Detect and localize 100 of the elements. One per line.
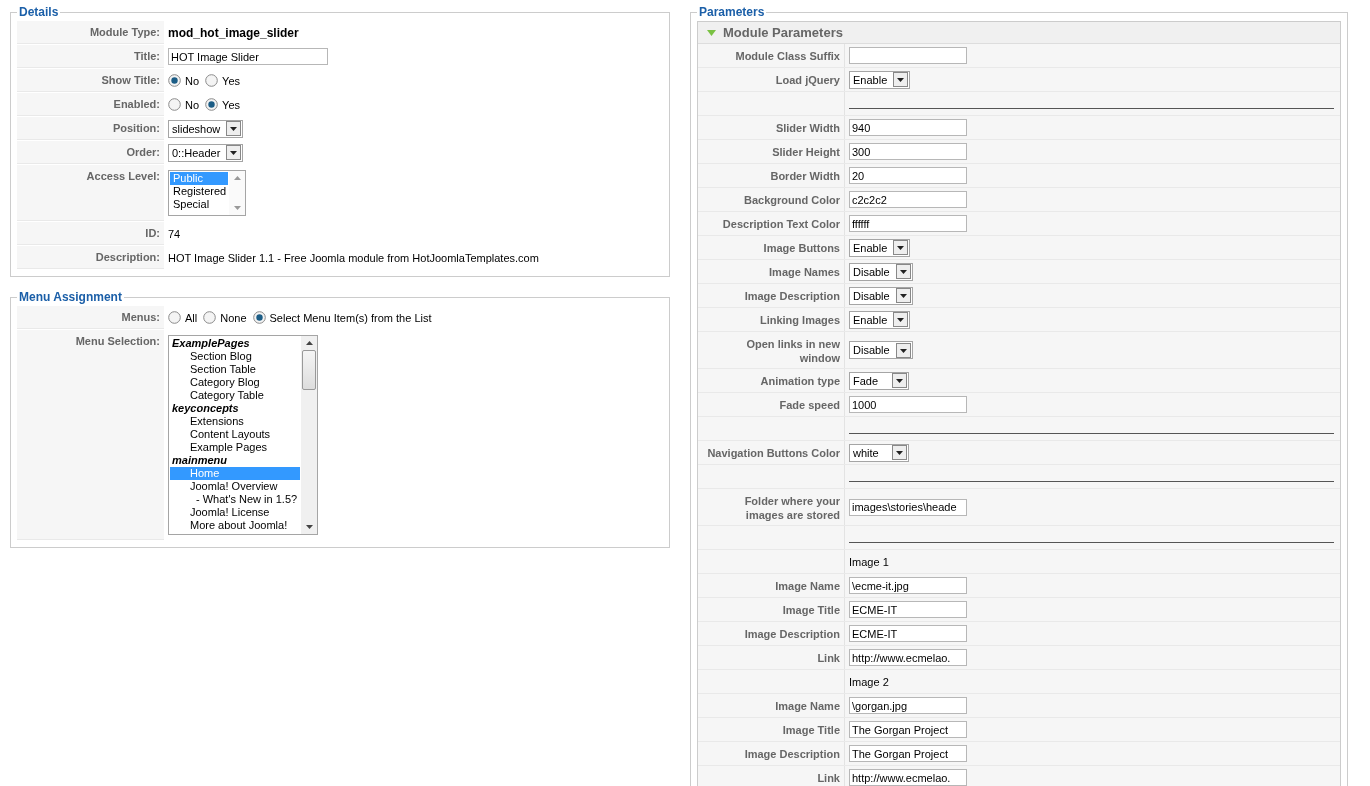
dropdown[interactable]: Disable: [849, 341, 913, 359]
scroll-up-icon[interactable]: [304, 340, 314, 346]
dropdown[interactable]: slideshow: [168, 119, 244, 138]
image-group-heading: Image 1: [849, 555, 889, 568]
input-field[interactable]: images\stories\heade: [849, 498, 967, 516]
input-field[interactable]: 20: [849, 167, 967, 184]
field-label: Menus:: [17, 306, 164, 329]
scrollbar[interactable]: [301, 336, 317, 534]
list-option[interactable]: Extensions: [170, 415, 300, 428]
radio-label: Yes: [222, 98, 240, 111]
field-label: Menu Selection:: [17, 330, 164, 540]
field-label: Fade speed: [779, 399, 840, 411]
listbox[interactable]: [168, 335, 318, 535]
field-label: Folder where your images are stored: [744, 495, 840, 521]
radio-button[interactable]: [168, 98, 181, 111]
field-label: ID:: [17, 222, 164, 245]
radio-label: Select Menu Item(s) from the List: [269, 311, 432, 324]
panel-title: Module Parameters: [723, 25, 843, 40]
field-label: Slider Height: [772, 146, 840, 158]
field-value: 74: [168, 227, 181, 240]
field-label: Image Title: [782, 604, 840, 616]
input-field[interactable]: [849, 47, 967, 64]
field-label: Link: [817, 652, 840, 664]
field-label: Image Description: [744, 290, 840, 302]
input-field[interactable]: HOT Image Slider: [168, 48, 328, 65]
input-field[interactable]: 940: [849, 119, 967, 136]
field-label: Background Color: [744, 194, 840, 206]
field-label: Show Title:: [17, 69, 164, 92]
list-option[interactable]: Category Blog: [170, 376, 300, 389]
scroll-down-icon[interactable]: [304, 524, 314, 530]
scroll-thumb[interactable]: [302, 350, 316, 390]
radio-label: All: [185, 311, 198, 324]
field-value: HOT Image Slider 1.1 - Free Joomla module from HotJoomlaTemplates.com: [168, 251, 539, 264]
input-field[interactable]: \ecme-it.jpg: [849, 577, 967, 594]
field-label: Image Name: [775, 700, 840, 712]
field-label: Module Class Suffix: [735, 50, 840, 62]
dropdown[interactable]: 0::Header: [168, 143, 244, 162]
dropdown[interactable]: white: [849, 443, 909, 462]
radio-button[interactable]: [205, 98, 219, 111]
field-label: Open links in new window: [746, 338, 840, 364]
radio-label: Yes: [222, 74, 240, 87]
input-field[interactable]: http://www.ecmelao.: [849, 649, 967, 666]
field-label: Link: [817, 772, 840, 784]
field-label: Image Name: [775, 580, 840, 592]
list-option[interactable]: Registered: [170, 185, 228, 198]
radio-button[interactable]: [168, 74, 181, 87]
field-label: Order:: [17, 141, 164, 164]
radio-label: No: [185, 74, 200, 87]
field-label: Image Title: [782, 724, 840, 736]
input-field[interactable]: ECME-IT: [849, 625, 967, 642]
dropdown[interactable]: Enable: [849, 238, 911, 257]
input-field[interactable]: ECME-IT: [849, 601, 967, 618]
section-legend: Menu Assignment: [17, 290, 124, 304]
input-field[interactable]: 1000: [849, 396, 967, 413]
radio-button[interactable]: [205, 74, 219, 87]
field-label: Description:: [17, 246, 164, 269]
menu-group-label: mainmenu: [171, 454, 228, 467]
radio-label: No: [185, 98, 200, 111]
radio-button[interactable]: [203, 311, 217, 324]
input-field[interactable]: \gorgan.jpg: [849, 697, 967, 714]
list-option[interactable]: Special: [170, 198, 228, 211]
menu-group-label: ExamplePages: [171, 337, 251, 350]
dropdown[interactable]: Disable: [849, 286, 913, 305]
field-label: Navigation Buttons Color: [707, 447, 840, 459]
field-label: Enabled:: [17, 93, 164, 116]
field-label: Linking Images: [759, 314, 840, 326]
field-label: Image Description: [744, 628, 840, 640]
listbox[interactable]: Public Registered Special: [168, 170, 246, 216]
radio-button[interactable]: [168, 311, 181, 324]
section-legend: Parameters: [697, 5, 767, 19]
list-option[interactable]: Example Pages: [170, 441, 300, 454]
dropdown[interactable]: Enable: [849, 70, 911, 89]
field-label: Position:: [17, 117, 164, 140]
dropdown[interactable]: Enable: [849, 310, 911, 329]
list-option[interactable]: Joomla! Overview: [170, 480, 300, 493]
input-field[interactable]: The Gorgan Project: [849, 745, 967, 762]
input-field[interactable]: The Gorgan Project: [849, 721, 967, 738]
input-field[interactable]: 300: [849, 143, 967, 160]
list-option[interactable]: Category Table: [170, 389, 300, 402]
field-label: Load jQuery: [775, 74, 840, 86]
list-option[interactable]: Section Table: [170, 363, 300, 376]
dropdown[interactable]: Disable: [849, 262, 913, 281]
list-option[interactable]: Joomla! License: [170, 506, 300, 519]
field-label: Description Text Color: [722, 218, 840, 230]
field-label: Border Width: [770, 170, 840, 182]
input-field[interactable]: c2c2c2: [849, 191, 967, 208]
section-legend: Details: [17, 5, 61, 19]
panel-header[interactable]: Module Parameters: [698, 22, 1340, 44]
dropdown[interactable]: Fade: [849, 371, 909, 390]
image-group-heading: Image 2: [849, 675, 889, 688]
list-option[interactable]: Section Blog: [170, 350, 300, 363]
list-option[interactable]: - What's New in 1.5?: [170, 493, 300, 506]
expand-triangle-icon[interactable]: [706, 28, 717, 37]
list-option[interactable]: Content Layouts: [170, 428, 300, 441]
list-option[interactable]: More about Joomla!: [170, 519, 300, 532]
radio-button[interactable]: [252, 311, 266, 324]
field-label: Image Buttons: [763, 242, 840, 254]
input-field[interactable]: http://www.ecmelao.: [849, 769, 967, 786]
field-label: Module Type:: [17, 21, 164, 44]
input-field[interactable]: ffffff: [849, 215, 967, 232]
